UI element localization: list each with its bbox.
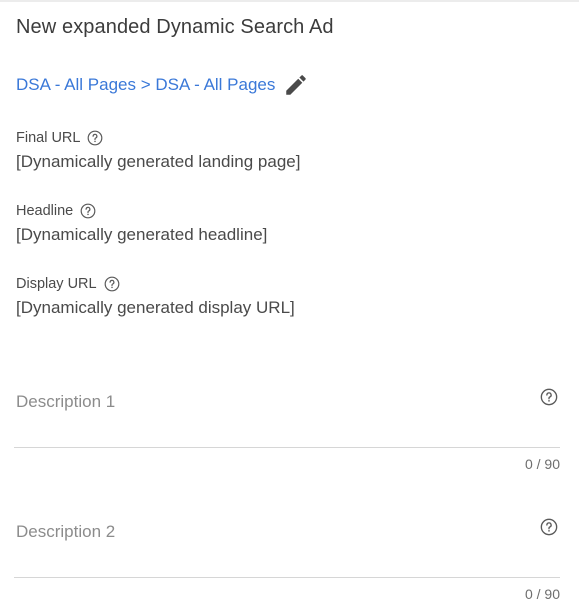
ad-group-breadcrumb[interactable]: DSA - All Pages > DSA - All Pages (16, 72, 309, 98)
description-1-input[interactable]: Description 1 0 / 90 (14, 380, 560, 475)
description-1-underline (14, 447, 560, 448)
description-2-char-counter: 0 / 90 (524, 586, 560, 602)
pencil-icon[interactable] (283, 72, 309, 98)
description-1-placeholder[interactable]: Description 1 (16, 392, 115, 412)
help-circle-icon[interactable] (87, 130, 103, 146)
description-2-underline (14, 577, 560, 578)
final-url-value: [Dynamically generated landing page] (16, 152, 301, 171)
description-2-placeholder[interactable]: Description 2 (16, 522, 115, 542)
display-url-value: [Dynamically generated display URL] (16, 298, 295, 317)
headline-field: Headline [Dynamically generated headline… (16, 203, 267, 245)
description-2-input[interactable]: Description 2 0 / 90 (14, 510, 560, 605)
headline-label: Headline (16, 203, 74, 219)
final-url-field: Final URL [Dynamically generated landing… (16, 130, 300, 172)
help-circle-icon[interactable] (540, 388, 558, 406)
dsa-ad-card: New expanded Dynamic Search Ad DSA - All… (0, 0, 579, 612)
headline-value: [Dynamically generated headline] (16, 225, 268, 244)
display-url-label: Display URL (16, 276, 97, 292)
help-circle-icon[interactable] (104, 276, 120, 292)
help-circle-icon[interactable] (80, 203, 96, 219)
description-1-char-counter: 0 / 90 (524, 456, 560, 472)
final-url-label: Final URL (16, 130, 81, 146)
breadcrumb-text[interactable]: DSA - All Pages > DSA - All Pages (16, 75, 275, 95)
help-circle-icon[interactable] (540, 518, 558, 536)
display-url-field: Display URL [Dynamically generated displ… (16, 276, 295, 318)
card-title: New expanded Dynamic Search Ad (16, 16, 334, 38)
